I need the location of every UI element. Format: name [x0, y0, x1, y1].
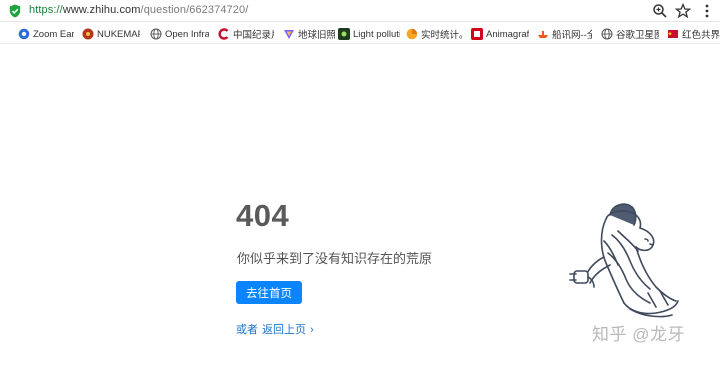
error-message: 你似乎来到了没有知识存在的荒原: [237, 251, 433, 266]
bookmark-label: NUKEMAP: [97, 28, 140, 40]
stats-icon: [406, 28, 418, 40]
bookmark-zoom-earth[interactable]: Zoom Earth: [18, 26, 74, 42]
bookmark-label: 中国纪录片: [233, 30, 274, 41]
shield-icon[interactable]: [9, 4, 21, 18]
star-icon[interactable]: [675, 3, 691, 19]
url-scheme: https://: [29, 4, 63, 16]
back-link[interactable]: 返回上页: [262, 324, 306, 336]
bookmark-label: 谷歌卫星图: [616, 30, 659, 41]
bookmark-label: Light pollution: [353, 28, 400, 40]
chevron-right-icon: ›: [310, 324, 314, 336]
bookmark-stats[interactable]: 实时统计。: [406, 26, 462, 42]
bookmarks-bar: Zoom Earth NUKEMAP Open Infra 中国纪录片 地球旧照…: [0, 23, 720, 44]
bookmark-light-pollution[interactable]: Light pollution: [338, 26, 400, 42]
bookmark-red-world[interactable]: 红色共界-: [667, 26, 720, 42]
go-home-button[interactable]: 去往首页: [236, 281, 302, 304]
url-text[interactable]: https://www.zhihu.com/question/662374720…: [29, 4, 248, 16]
bookmark-label: 实时统计。: [421, 30, 462, 41]
animagraffs-icon: [471, 28, 483, 40]
watermark: 知乎 @龙牙: [592, 325, 685, 344]
error-code: 404: [236, 198, 290, 233]
ship-icon: [537, 28, 549, 40]
bookmark-google-satellite[interactable]: 谷歌卫星图: [601, 26, 659, 42]
more-icon[interactable]: [699, 3, 715, 19]
bookmark-cn-docs[interactable]: 中国纪录片: [218, 26, 274, 42]
lightpollution-icon: [338, 28, 350, 40]
bookmark-old-earth[interactable]: 地球旧照: [283, 26, 335, 42]
back-navigation: 或者 返回上页 ›: [236, 321, 314, 337]
bookmark-label: Animagraffs: [486, 28, 529, 40]
address-bar[interactable]: https://www.zhihu.com/question/662374720…: [0, 0, 720, 22]
zoom-icon[interactable]: [652, 3, 668, 19]
globe-icon: [601, 28, 613, 40]
bookmark-label: 地球旧照: [298, 30, 335, 41]
plug-character-illustration: [569, 203, 679, 318]
bookmark-label: 红色共界-: [682, 30, 720, 41]
triangle-icon: [283, 28, 295, 40]
bookmark-label: Zoom Earth: [33, 28, 74, 40]
cntv-icon: [218, 28, 230, 40]
url-host: www.zhihu.com: [62, 4, 141, 16]
flag-icon: [667, 28, 679, 40]
bookmark-label: 船讯网--全: [552, 30, 592, 41]
bookmark-ship[interactable]: 船讯网--全: [537, 26, 592, 42]
or-label: 或者: [236, 324, 258, 336]
globe-icon: [150, 28, 162, 40]
globe-icon: [18, 28, 30, 40]
bookmark-label: Open Infra: [165, 28, 209, 40]
url-path: /question/662374720/: [140, 4, 249, 16]
bookmark-nukemap[interactable]: NUKEMAP: [82, 26, 140, 42]
bookmark-animagraffs[interactable]: Animagraffs: [471, 26, 529, 42]
bookmark-open-infra[interactable]: Open Infra: [150, 26, 209, 42]
nukemap-icon: [82, 28, 94, 40]
